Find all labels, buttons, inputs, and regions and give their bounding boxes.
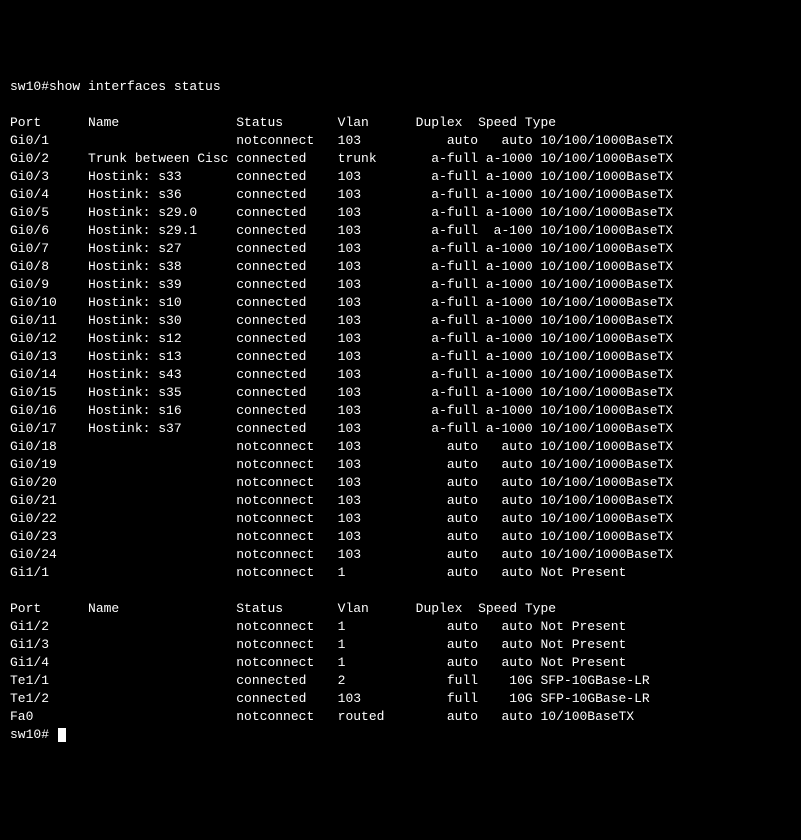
terminal-line: Port Name Status Vlan Duplex Speed Type <box>10 600 791 618</box>
terminal-line: Gi0/17 Hostink: s37 connected 103 a-full… <box>10 420 791 438</box>
prompt-text: sw10# <box>10 727 57 742</box>
terminal-line: Gi0/22 notconnect 103 auto auto 10/100/1… <box>10 510 791 528</box>
terminal-line: Gi1/4 notconnect 1 auto auto Not Present <box>10 654 791 672</box>
terminal-line: Gi0/4 Hostink: s36 connected 103 a-full … <box>10 186 791 204</box>
terminal-line <box>10 582 791 600</box>
terminal-line: Gi0/15 Hostink: s35 connected 103 a-full… <box>10 384 791 402</box>
terminal-line: Gi1/2 notconnect 1 auto auto Not Present <box>10 618 791 636</box>
terminal-line: Gi0/8 Hostink: s38 connected 103 a-full … <box>10 258 791 276</box>
terminal-line: Gi1/3 notconnect 1 auto auto Not Present <box>10 636 791 654</box>
terminal-line: Te1/1 connected 2 full 10G SFP-10GBase-L… <box>10 672 791 690</box>
terminal-line: sw10#show interfaces status <box>10 78 791 96</box>
terminal-line: Fa0 notconnect routed auto auto 10/100Ba… <box>10 708 791 726</box>
terminal-line: Te1/2 connected 103 full 10G SFP-10GBase… <box>10 690 791 708</box>
terminal-line: Gi0/2 Trunk between Cisc connected trunk… <box>10 150 791 168</box>
terminal-line <box>10 96 791 114</box>
terminal-line: Gi0/7 Hostink: s27 connected 103 a-full … <box>10 240 791 258</box>
terminal-line: Gi0/20 notconnect 103 auto auto 10/100/1… <box>10 474 791 492</box>
terminal-line: Gi0/24 notconnect 103 auto auto 10/100/1… <box>10 546 791 564</box>
terminal-line: Gi0/18 notconnect 103 auto auto 10/100/1… <box>10 438 791 456</box>
terminal-line: Gi0/19 notconnect 103 auto auto 10/100/1… <box>10 456 791 474</box>
terminal-prompt[interactable]: sw10# <box>10 726 791 744</box>
terminal-line: Gi0/23 notconnect 103 auto auto 10/100/1… <box>10 528 791 546</box>
terminal-line: Gi0/9 Hostink: s39 connected 103 a-full … <box>10 276 791 294</box>
terminal-line: Gi1/1 notconnect 1 auto auto Not Present <box>10 564 791 582</box>
terminal-line: Gi0/6 Hostink: s29.1 connected 103 a-ful… <box>10 222 791 240</box>
cursor-icon <box>58 728 66 742</box>
terminal-line: Gi0/21 notconnect 103 auto auto 10/100/1… <box>10 492 791 510</box>
terminal-line: Gi0/10 Hostink: s10 connected 103 a-full… <box>10 294 791 312</box>
terminal-line: Gi0/11 Hostink: s30 connected 103 a-full… <box>10 312 791 330</box>
terminal-line: Gi0/1 notconnect 103 auto auto 10/100/10… <box>10 132 791 150</box>
terminal-line: Port Name Status Vlan Duplex Speed Type <box>10 114 791 132</box>
terminal-line: Gi0/16 Hostink: s16 connected 103 a-full… <box>10 402 791 420</box>
terminal-line: Gi0/12 Hostink: s12 connected 103 a-full… <box>10 330 791 348</box>
terminal-line: Gi0/3 Hostink: s33 connected 103 a-full … <box>10 168 791 186</box>
terminal-line: Gi0/14 Hostink: s43 connected 103 a-full… <box>10 366 791 384</box>
terminal-line: Gi0/13 Hostink: s13 connected 103 a-full… <box>10 348 791 366</box>
terminal-line: Gi0/5 Hostink: s29.0 connected 103 a-ful… <box>10 204 791 222</box>
terminal-output: sw10#show interfaces status Port Name St… <box>10 78 791 744</box>
